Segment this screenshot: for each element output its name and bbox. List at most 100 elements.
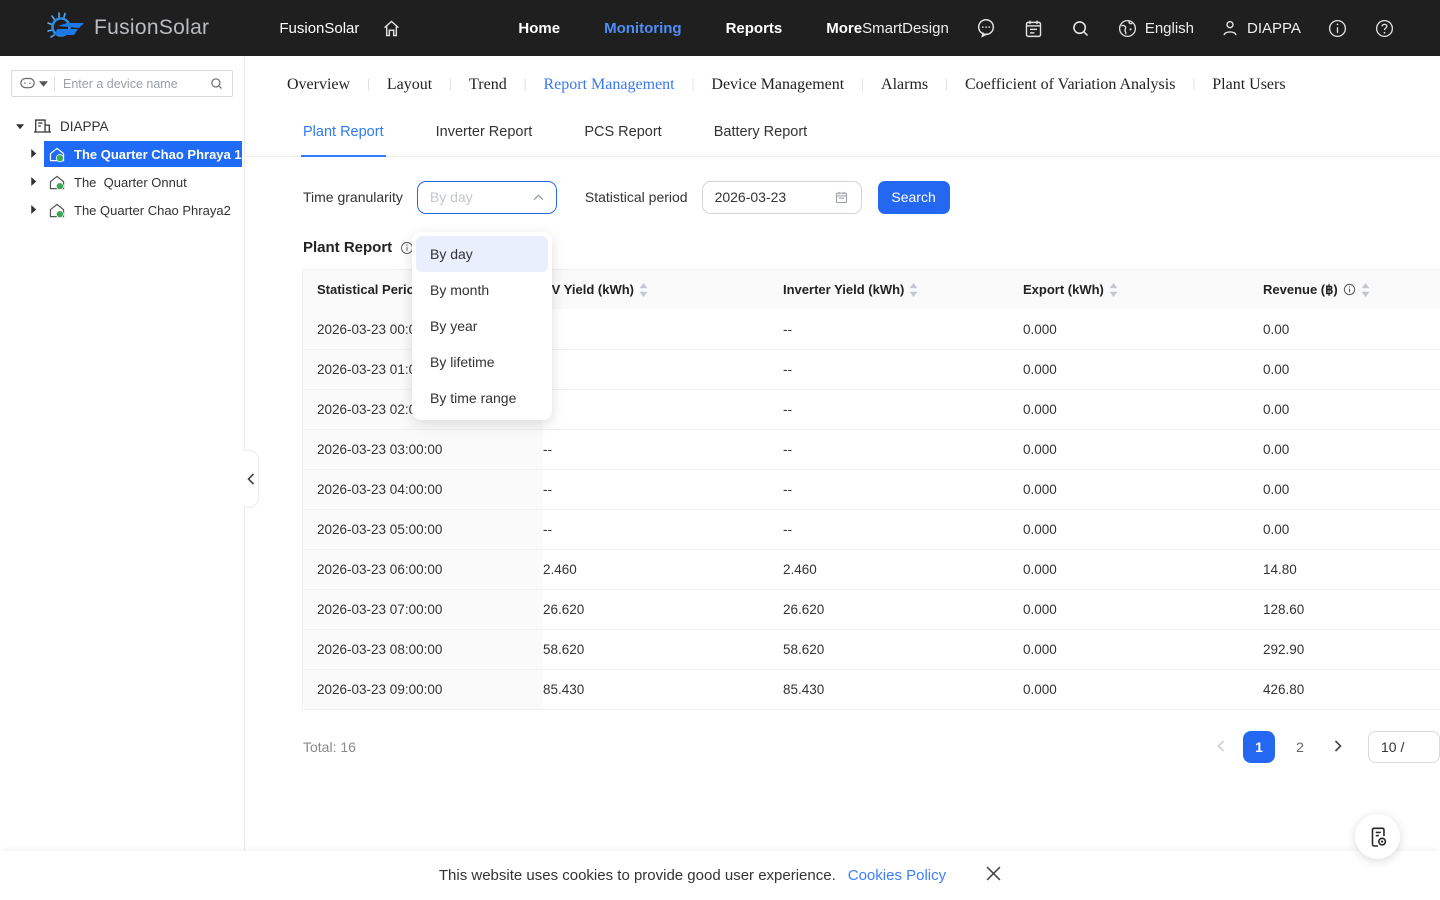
table-row: 2026-03-23 08:00:0058.62058.6200.000292.… bbox=[303, 629, 1440, 669]
dropdown-option-by-time-range[interactable]: By time range bbox=[416, 380, 548, 416]
search-icon[interactable] bbox=[1070, 18, 1091, 39]
sort-icon[interactable] bbox=[1361, 283, 1370, 297]
tree-item-plant-3[interactable]: The Quarter Chao Phraya2 bbox=[0, 197, 244, 223]
cell-statistical-period: 2026-03-23 07:00:00 bbox=[303, 590, 543, 629]
cell-value: 0.000 bbox=[1023, 362, 1263, 377]
cell-value: -- bbox=[783, 442, 1023, 457]
cell-value: 14.80 bbox=[1263, 562, 1440, 577]
logo-wordmark: FusionSolar bbox=[94, 16, 209, 40]
cell-value: 26.620 bbox=[783, 602, 1023, 617]
expand-arrow-icon[interactable] bbox=[30, 149, 44, 160]
cookies-policy-link[interactable]: Cookies Policy bbox=[848, 867, 946, 884]
plant-section-tabs: Overview| Layout| Trend| Report Manageme… bbox=[246, 56, 1440, 113]
search-separator bbox=[54, 77, 55, 91]
table-row: 2026-03-23 07:00:0026.62026.6200.000128.… bbox=[303, 589, 1440, 629]
time-granularity-select[interactable]: By day bbox=[417, 181, 557, 214]
granularity-value: By day bbox=[430, 189, 533, 205]
tree-item-plant-1[interactable]: The Quarter Chao Phraya 1 bbox=[0, 141, 244, 167]
tab-trend[interactable]: Trend bbox=[469, 76, 507, 94]
tab-inverter-report[interactable]: Inverter Report bbox=[436, 113, 533, 157]
cell-value: 0.000 bbox=[1023, 642, 1263, 657]
dropdown-option-by-day[interactable]: By day bbox=[416, 236, 548, 272]
pagination-bar: Total: 16 1 2 10 / bbox=[246, 731, 1440, 763]
table-row: 2026-03-23 09:00:0085.43085.4300.000426.… bbox=[303, 669, 1440, 709]
sidebar-search-icon[interactable] bbox=[209, 76, 224, 91]
col-inverter-yield[interactable]: Inverter Yield (kWh) bbox=[783, 282, 1023, 297]
sort-icon[interactable] bbox=[639, 283, 648, 297]
device-search-box[interactable] bbox=[11, 70, 233, 97]
plant-house-icon bbox=[48, 174, 66, 191]
cell-value: 0.00 bbox=[1263, 522, 1440, 537]
device-search-input[interactable] bbox=[63, 77, 209, 91]
col-pv-yield[interactable]: PV Yield (kWh) bbox=[543, 282, 783, 297]
tab-device-management[interactable]: Device Management bbox=[711, 76, 844, 94]
tab-separator: | bbox=[449, 77, 452, 93]
expand-arrow-icon[interactable] bbox=[30, 205, 44, 216]
expand-arrow-icon[interactable] bbox=[16, 123, 25, 130]
col-export[interactable]: Export (kWh) bbox=[1023, 282, 1263, 297]
expand-arrow-icon[interactable] bbox=[30, 177, 44, 188]
nav-home[interactable]: Home bbox=[518, 20, 560, 37]
tab-report-management[interactable]: Report Management bbox=[544, 76, 675, 94]
fusionsolar-logo: FusionSolar bbox=[46, 11, 209, 45]
main-nav: Home Monitoring Reports More bbox=[518, 20, 862, 37]
tree-item-plant-2[interactable]: The Quarter Onnut bbox=[0, 169, 244, 195]
tab-overview[interactable]: Overview bbox=[287, 76, 350, 94]
cell-value: 0.00 bbox=[1263, 322, 1440, 337]
dropdown-option-by-month[interactable]: By month bbox=[416, 272, 548, 308]
cell-value: 0.000 bbox=[1023, 482, 1263, 497]
tree-root-diappa[interactable]: DIAPPA bbox=[0, 113, 244, 139]
tab-separator: | bbox=[692, 77, 695, 93]
help-icon[interactable] bbox=[1374, 18, 1395, 39]
cell-value: -- bbox=[783, 362, 1023, 377]
info-icon[interactable] bbox=[1327, 18, 1348, 39]
next-page-icon[interactable] bbox=[1325, 740, 1351, 755]
granularity-label: Time granularity bbox=[303, 189, 403, 205]
sort-icon[interactable] bbox=[1109, 283, 1118, 297]
current-plant-name[interactable]: FusionSolar bbox=[279, 20, 359, 37]
nav-monitoring[interactable]: Monitoring bbox=[604, 20, 681, 37]
tab-coefficient-variation[interactable]: Coefficient of Variation Analysis bbox=[965, 76, 1175, 94]
cell-value: 2.460 bbox=[543, 562, 783, 577]
tab-alarms[interactable]: Alarms bbox=[881, 76, 928, 94]
tab-plant-users[interactable]: Plant Users bbox=[1212, 76, 1285, 94]
dropdown-option-by-lifetime[interactable]: By lifetime bbox=[416, 344, 548, 380]
nav-more[interactable]: More bbox=[826, 20, 862, 37]
plant-name-label: The Quarter Onnut bbox=[74, 175, 187, 190]
cell-value: 426.80 bbox=[1263, 682, 1440, 697]
nav-reports[interactable]: Reports bbox=[726, 20, 783, 37]
table-row: 2026-03-23 03:00:00----0.0000.00 bbox=[303, 429, 1440, 469]
prev-page-icon[interactable] bbox=[1208, 740, 1234, 755]
revenue-info-icon[interactable] bbox=[1343, 283, 1356, 296]
smartdesign-link[interactable]: SmartDesign bbox=[862, 20, 949, 37]
page-button-2[interactable]: 2 bbox=[1284, 731, 1316, 763]
page-size-select[interactable]: 10 / bbox=[1368, 731, 1440, 763]
language-switch[interactable]: English bbox=[1117, 18, 1194, 39]
home-icon[interactable] bbox=[381, 18, 402, 39]
device-type-icon bbox=[20, 77, 35, 90]
period-label: Statistical period bbox=[585, 189, 688, 205]
table-row: 2026-03-23 05:00:00----0.0000.00 bbox=[303, 509, 1440, 549]
cookie-message: This website uses cookies to provide goo… bbox=[439, 867, 836, 884]
sort-icon[interactable] bbox=[909, 283, 918, 297]
cell-value: 128.60 bbox=[1263, 602, 1440, 617]
cell-statistical-period: 2026-03-23 08:00:00 bbox=[303, 630, 543, 669]
cookie-banner: This website uses cookies to provide goo… bbox=[0, 851, 1440, 900]
user-account[interactable]: DIAPPA bbox=[1220, 18, 1301, 38]
cell-value: 85.430 bbox=[543, 682, 783, 697]
cookie-close-icon[interactable] bbox=[986, 866, 1001, 886]
tab-pcs-report[interactable]: PCS Report bbox=[584, 113, 661, 157]
search-button[interactable]: Search bbox=[878, 181, 950, 214]
tab-battery-report[interactable]: Battery Report bbox=[714, 113, 808, 157]
tab-layout[interactable]: Layout bbox=[387, 76, 432, 94]
report-settings-floating-button[interactable] bbox=[1355, 814, 1400, 859]
sidebar-collapse-handle[interactable] bbox=[244, 450, 259, 508]
page-button-1[interactable]: 1 bbox=[1243, 731, 1275, 763]
cell-value: 58.620 bbox=[543, 642, 783, 657]
dropdown-option-by-year[interactable]: By year bbox=[416, 308, 548, 344]
col-revenue[interactable]: Revenue (฿) bbox=[1263, 282, 1440, 298]
statistical-period-input[interactable]: 2026-03-23 bbox=[702, 181, 862, 214]
calendar-tasks-icon[interactable] bbox=[1023, 18, 1044, 39]
feedback-chat-icon[interactable] bbox=[975, 17, 997, 39]
tab-plant-report[interactable]: Plant Report bbox=[303, 113, 384, 157]
